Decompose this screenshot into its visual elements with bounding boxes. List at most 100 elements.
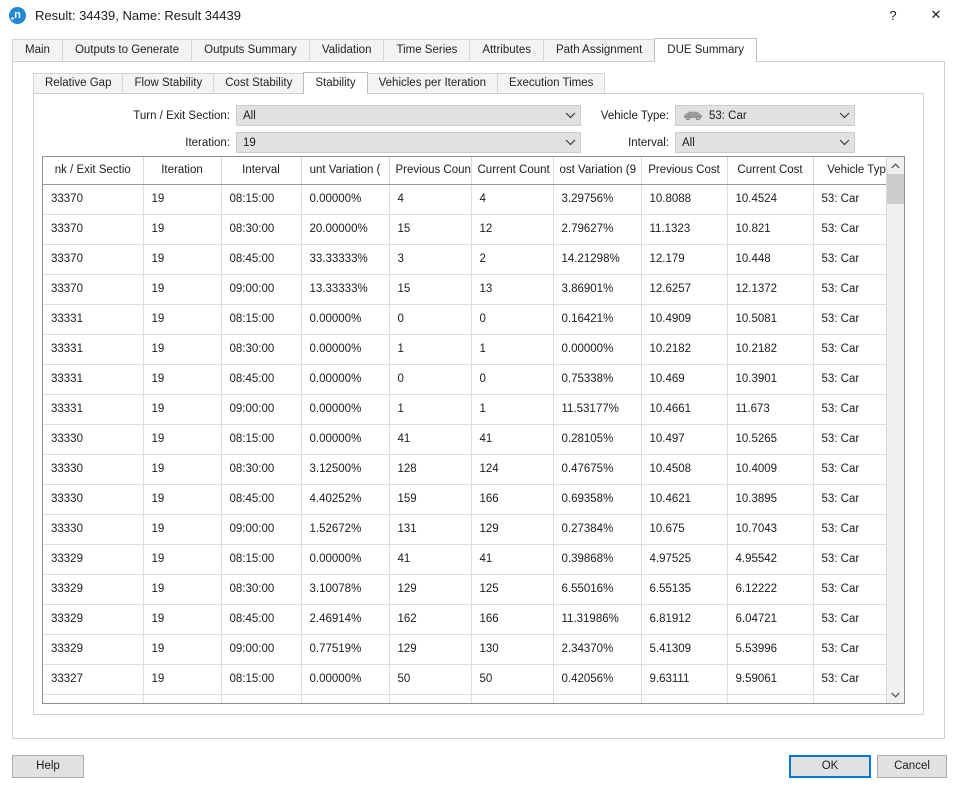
table-cell[interactable]: 19 — [143, 394, 221, 424]
table-row[interactable]: 333311909:00:000.00000%1111.53177%10.466… — [43, 394, 886, 424]
tab-execution-times[interactable]: Execution Times — [497, 73, 605, 93]
table-cell[interactable]: 41 — [389, 424, 471, 454]
table-cell[interactable]: 0.42056% — [553, 664, 641, 694]
table-cell[interactable]: 0.00000% — [301, 664, 389, 694]
table-cell[interactable]: 53: Car — [813, 514, 886, 544]
column-header-turn-exit-section[interactable]: nk / Exit Sectio — [43, 157, 143, 184]
turn-exit-section-select[interactable]: All — [236, 105, 581, 126]
table-cell[interactable]: 50 — [471, 664, 553, 694]
table-cell[interactable] — [389, 694, 471, 703]
table-cell[interactable]: 14.21298% — [553, 244, 641, 274]
table-row[interactable]: 333311908:15:000.00000%000.16421%10.4909… — [43, 304, 886, 334]
table-cell[interactable]: 130 — [471, 634, 553, 664]
table-row[interactable]: 333301909:00:001.52672%1311290.27384%10.… — [43, 514, 886, 544]
tab-validation[interactable]: Validation — [309, 39, 385, 61]
tab-due-summary[interactable]: DUE Summary — [654, 38, 757, 62]
table-cell[interactable]: 6.55016% — [553, 574, 641, 604]
table-row[interactable]: 333301908:15:000.00000%41410.28105%10.49… — [43, 424, 886, 454]
table-cell[interactable]: 4.40252% — [301, 484, 389, 514]
table-cell[interactable]: 33331 — [43, 334, 143, 364]
table-cell[interactable]: 10.4909 — [641, 304, 727, 334]
table-cell[interactable]: 41 — [471, 424, 553, 454]
table-cell[interactable]: 10.4621 — [641, 484, 727, 514]
table-cell[interactable]: 33327 — [43, 664, 143, 694]
scrollbar-track[interactable] — [887, 174, 904, 686]
table-row[interactable]: 333291909:00:000.77519%1291302.34370%5.4… — [43, 634, 886, 664]
table-cell[interactable]: 08:30:00 — [221, 214, 301, 244]
table-cell[interactable]: 12.1372 — [727, 274, 813, 304]
tab-stability[interactable]: Stability — [303, 72, 367, 94]
table-cell[interactable]: 10.497 — [641, 424, 727, 454]
table-cell[interactable]: 19 — [143, 244, 221, 274]
table-cell[interactable] — [813, 694, 886, 703]
table-cell[interactable]: 33370 — [43, 214, 143, 244]
table-cell[interactable]: 0.00000% — [301, 364, 389, 394]
table-row[interactable]: 333311908:45:000.00000%000.75338%10.4691… — [43, 364, 886, 394]
tab-relative-gap[interactable]: Relative Gap — [33, 73, 123, 93]
table-cell[interactable]: 11.1323 — [641, 214, 727, 244]
table-cell[interactable]: 50 — [389, 664, 471, 694]
table-cell[interactable]: 6.04721 — [727, 604, 813, 634]
table-cell[interactable]: 53: Car — [813, 484, 886, 514]
table-cell[interactable] — [43, 694, 143, 703]
table-cell[interactable]: 3.10078% — [301, 574, 389, 604]
table-cell[interactable]: 4 — [471, 184, 553, 214]
table-vertical-scrollbar[interactable] — [886, 157, 904, 703]
table-cell[interactable]: 19 — [143, 334, 221, 364]
table-cell[interactable]: 2.79627% — [553, 214, 641, 244]
table-cell[interactable]: 19 — [143, 664, 221, 694]
table-cell[interactable]: 129 — [471, 514, 553, 544]
table-cell[interactable]: 53: Car — [813, 604, 886, 634]
table-row[interactable]: 333291908:30:003.10078%1291256.55016%6.5… — [43, 574, 886, 604]
table-row[interactable]: 333271908:15:000.00000%50500.42056%9.631… — [43, 664, 886, 694]
column-header-cost-variation[interactable]: ost Variation (9 — [553, 157, 641, 184]
table-cell[interactable]: 19 — [143, 454, 221, 484]
tab-outputs-summary[interactable]: Outputs Summary — [191, 39, 310, 61]
table-cell[interactable]: 10.675 — [641, 514, 727, 544]
table-cell[interactable]: 19 — [143, 604, 221, 634]
table-cell[interactable]: 19 — [143, 304, 221, 334]
table-cell[interactable]: 10.7043 — [727, 514, 813, 544]
cancel-button[interactable]: Cancel — [877, 755, 947, 778]
table-cell[interactable]: 3.12500% — [301, 454, 389, 484]
table-cell[interactable]: 6.12222 — [727, 574, 813, 604]
table-cell[interactable]: 4.97525 — [641, 544, 727, 574]
table-cell[interactable]: 0.00000% — [301, 334, 389, 364]
table-cell[interactable]: 6.55135 — [641, 574, 727, 604]
table-cell[interactable]: 0.39868% — [553, 544, 641, 574]
table-cell[interactable]: 08:30:00 — [221, 334, 301, 364]
table-cell[interactable]: 0.00000% — [301, 544, 389, 574]
tab-vehicles-per-iteration[interactable]: Vehicles per Iteration — [367, 73, 498, 93]
table-cell[interactable]: 6.81912 — [641, 604, 727, 634]
table-cell[interactable]: 12 — [471, 214, 553, 244]
table-cell[interactable]: 08:15:00 — [221, 664, 301, 694]
column-header-count-variation[interactable]: unt Variation ( — [301, 157, 389, 184]
table-cell[interactable]: 10.2182 — [727, 334, 813, 364]
table-cell[interactable]: 33329 — [43, 634, 143, 664]
table-row[interactable]: 333701908:15:000.00000%443.29756%10.8088… — [43, 184, 886, 214]
table-cell[interactable]: 33329 — [43, 604, 143, 634]
table-cell[interactable]: 10.5265 — [727, 424, 813, 454]
table-cell[interactable]: 41 — [471, 544, 553, 574]
table-cell[interactable]: 0.16421% — [553, 304, 641, 334]
table-cell[interactable]: 53: Car — [813, 664, 886, 694]
table-cell[interactable]: 4.95542 — [727, 544, 813, 574]
table-cell[interactable] — [471, 694, 553, 703]
tab-flow-stability[interactable]: Flow Stability — [122, 73, 214, 93]
table-cell[interactable]: 08:45:00 — [221, 244, 301, 274]
table-cell[interactable]: 2 — [471, 244, 553, 274]
table-cell[interactable]: 0 — [389, 304, 471, 334]
column-header-interval[interactable]: Interval — [221, 157, 301, 184]
table-cell[interactable]: 10.8088 — [641, 184, 727, 214]
table-cell[interactable]: 13 — [471, 274, 553, 304]
table-cell[interactable]: 1 — [471, 334, 553, 364]
table-cell[interactable]: 08:45:00 — [221, 604, 301, 634]
table-cell[interactable]: 10.4524 — [727, 184, 813, 214]
table-cell[interactable]: 0.00000% — [301, 394, 389, 424]
tab-outputs-to-generate[interactable]: Outputs to Generate — [62, 39, 192, 61]
table-cell[interactable]: 53: Car — [813, 334, 886, 364]
table-cell[interactable]: 33330 — [43, 514, 143, 544]
table-cell[interactable]: 08:30:00 — [221, 574, 301, 604]
table-cell[interactable]: 3 — [389, 244, 471, 274]
table-cell[interactable]: 2.46914% — [301, 604, 389, 634]
